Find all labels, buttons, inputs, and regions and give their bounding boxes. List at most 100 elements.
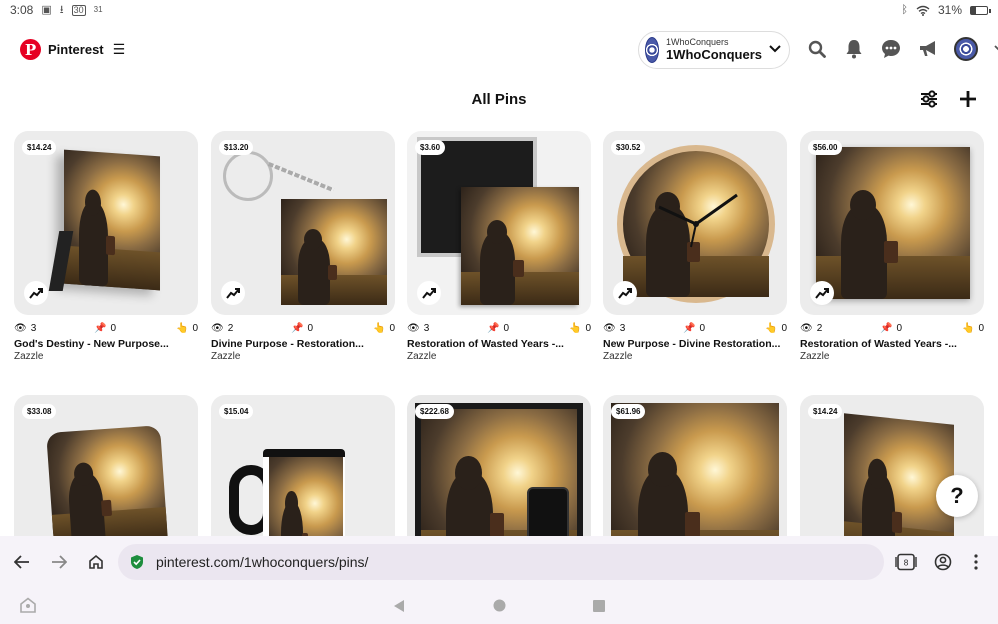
- pin-image[interactable]: $13.20: [211, 131, 395, 315]
- notification-extra: 31: [93, 5, 103, 14]
- home-screen-icon[interactable]: [19, 597, 37, 618]
- pinterest-header: P Pinterest ☰ 1WhoConquers 1WhoConquers: [0, 22, 998, 78]
- price-badge: $14.24: [808, 404, 843, 419]
- secure-shield-icon: [131, 555, 143, 569]
- title-row: All Pins: [0, 86, 998, 114]
- browser-toolbar: pinterest.com/1whoconquers/pins/ 8: [0, 536, 998, 588]
- stats-icon[interactable]: [810, 281, 834, 305]
- click-icon: 👆: [764, 322, 778, 334]
- views-count: 3: [619, 322, 626, 334]
- address-bar[interactable]: pinterest.com/1whoconquers/pins/: [118, 544, 884, 580]
- forward-arrow-icon[interactable]: [47, 550, 71, 574]
- home-circle-icon[interactable]: [493, 599, 506, 617]
- bluetooth-icon: ᛒ: [901, 3, 908, 16]
- pin-save-icon: 📌: [291, 322, 304, 334]
- views-count: 2: [816, 322, 823, 334]
- pin-title[interactable]: Divine Purpose - Restoration...: [211, 338, 395, 350]
- pin-card[interactable]: $13.20 👁 2 📌 0 👆 0 Divine Purpose - Restora…: [211, 131, 395, 362]
- clicks-count: 0: [192, 322, 198, 334]
- price-badge: $61.96: [611, 404, 646, 419]
- price-badge: $56.00: [808, 140, 843, 155]
- pin-title[interactable]: New Purpose - Divine Restoration...: [603, 338, 787, 350]
- pin-card[interactable]: $14.24 👁 3 📌 0 👆 0 God's Destiny - New Purp…: [14, 131, 198, 362]
- bell-icon[interactable]: [843, 38, 865, 60]
- pin-title[interactable]: Restoration of Wasted Years -...: [407, 338, 591, 350]
- add-pin-plus-icon[interactable]: [956, 88, 980, 112]
- hamburger-menu-icon[interactable]: ☰: [113, 41, 126, 58]
- messages-icon[interactable]: [880, 38, 902, 60]
- pin-source: Zazzle: [603, 351, 633, 362]
- product-photo: [46, 425, 168, 547]
- filter-icon[interactable]: [918, 88, 942, 112]
- account-circle-icon[interactable]: [931, 550, 955, 574]
- account-avatar: [645, 37, 659, 63]
- saves-count: 0: [503, 322, 510, 334]
- url-text: pinterest.com/1whoconquers/pins/: [156, 554, 369, 570]
- pin-card[interactable]: $56.00 👁 2 📌 0 👆 0 Restoration of Wasted Ye…: [800, 131, 984, 362]
- back-triangle-icon[interactable]: [393, 599, 405, 618]
- brand-menu[interactable]: P Pinterest ☰: [20, 39, 125, 60]
- stats-icon[interactable]: [221, 281, 245, 305]
- battery-fill: [971, 6, 976, 14]
- chevron-down-icon[interactable]: [993, 38, 998, 60]
- stats-icon[interactable]: [417, 281, 441, 305]
- clicks-count: 0: [585, 322, 591, 334]
- recents-square-icon[interactable]: [593, 599, 605, 617]
- search-icon[interactable]: [806, 38, 828, 60]
- status-bar: 3:08 ▣ ⭳ 30 31 ᛒ 31%: [0, 0, 998, 20]
- help-button[interactable]: ?: [936, 475, 978, 517]
- product-photo: [816, 147, 970, 299]
- profile-avatar[interactable]: [954, 37, 978, 61]
- click-icon: 👆: [568, 322, 582, 334]
- pinterest-logo-icon: P: [20, 39, 41, 60]
- keyring: [223, 151, 273, 201]
- views-count: 3: [423, 322, 430, 334]
- pin-image[interactable]: $30.52: [603, 131, 787, 315]
- wifi-icon: [916, 5, 930, 16]
- pin-card[interactable]: $3.60 👁 3 📌 0 👆 0 Restoration of Wasted Yea…: [407, 131, 591, 362]
- clicks-count: 0: [781, 322, 787, 334]
- click-icon: 👆: [175, 322, 189, 334]
- product-photo: [64, 149, 160, 291]
- price-badge: $30.52: [611, 140, 646, 155]
- pin-image[interactable]: $14.24: [14, 131, 198, 315]
- product-photo: [461, 187, 579, 305]
- battery-icon: [970, 5, 991, 15]
- clicks-count: 0: [978, 322, 984, 334]
- home-icon[interactable]: [84, 550, 108, 574]
- pin-image[interactable]: $3.60: [407, 131, 591, 315]
- saves-count: 0: [699, 322, 706, 334]
- price-badge: $3.60: [415, 140, 446, 155]
- click-icon: 👆: [372, 322, 386, 334]
- tab-switcher-button[interactable]: 8: [894, 550, 918, 574]
- product-photo: [281, 199, 387, 305]
- back-arrow-icon[interactable]: [10, 550, 34, 574]
- account-switcher[interactable]: 1WhoConquers 1WhoConquers: [638, 31, 790, 69]
- pin-image[interactable]: $56.00: [800, 131, 984, 315]
- pin-save-icon: 📌: [487, 322, 500, 334]
- price-badge: $33.08: [22, 404, 57, 419]
- battery-percent: 31%: [937, 3, 962, 17]
- eye-icon: 👁: [603, 322, 616, 334]
- page-title: All Pins: [471, 91, 527, 108]
- megaphone-icon[interactable]: [917, 38, 939, 60]
- overflow-menu-icon[interactable]: [964, 550, 988, 574]
- pin-stats: 👁 2 📌 0 👆 0: [800, 321, 984, 335]
- pin-title[interactable]: God's Destiny - New Purpose...: [14, 338, 198, 350]
- pin-source: Zazzle: [800, 351, 830, 362]
- eye-icon: 👁: [407, 322, 420, 334]
- stats-icon[interactable]: [24, 281, 48, 305]
- price-badge: $13.20: [219, 140, 254, 155]
- stats-icon[interactable]: [613, 281, 637, 305]
- pin-stats: 👁 3 📌 0 👆 0: [407, 321, 591, 335]
- pin-card[interactable]: $30.52 👁 3 📌 0 👆 0 New Purpose - Divine Res…: [603, 131, 787, 362]
- keychain-links: [267, 162, 335, 192]
- pin-save-icon: 📌: [94, 322, 107, 334]
- tab-count: 8: [903, 559, 908, 568]
- pin-source: Zazzle: [211, 351, 241, 362]
- price-badge: $14.24: [22, 140, 57, 155]
- calendar-notification-icon: 30: [71, 4, 86, 16]
- pin-stats: 👁 3 📌 0 👆 0: [603, 321, 787, 335]
- pin-title[interactable]: Restoration of Wasted Years -...: [800, 338, 984, 350]
- download-notification-icon: ⭳: [59, 3, 64, 16]
